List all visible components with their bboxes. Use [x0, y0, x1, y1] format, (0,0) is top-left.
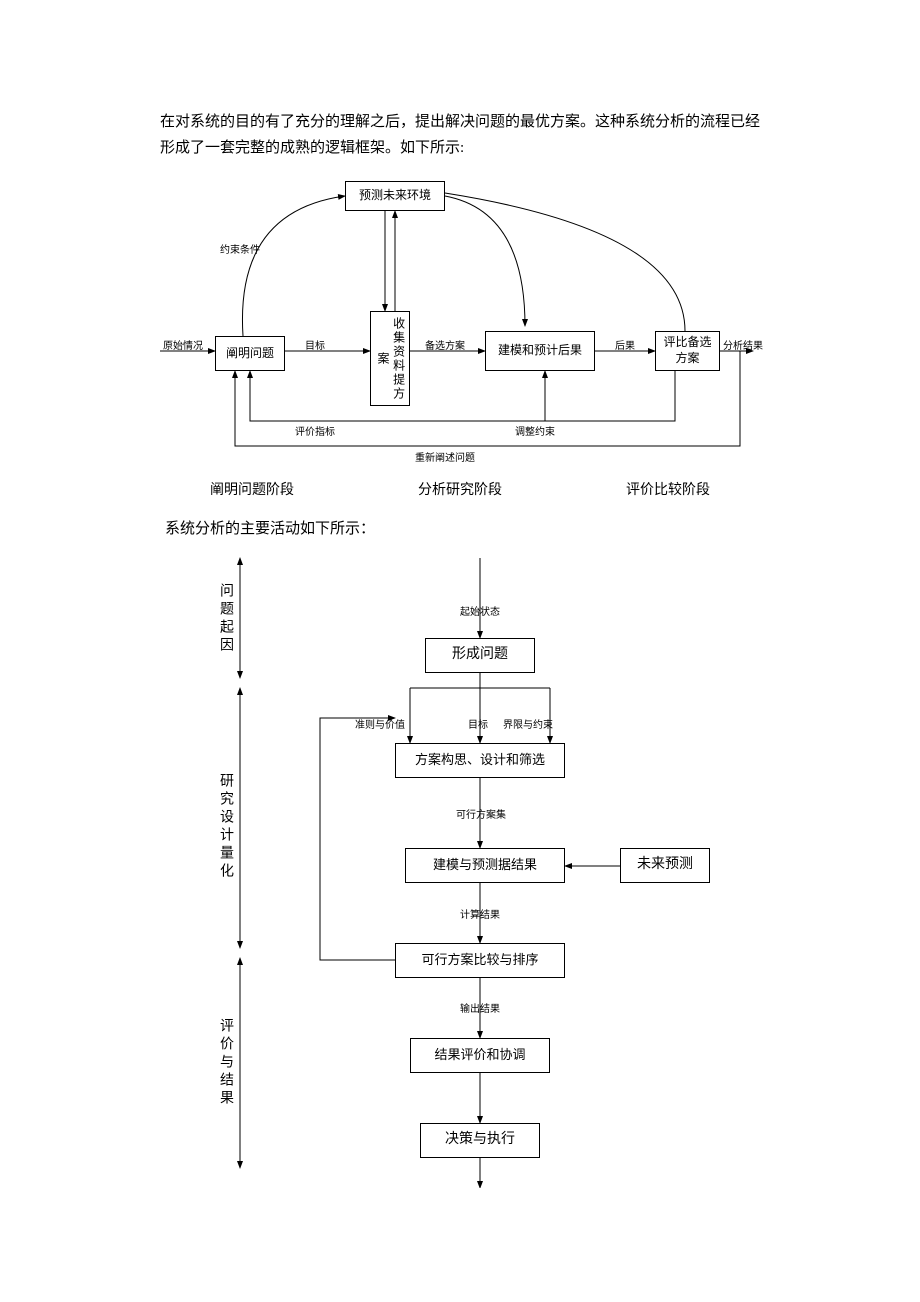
label-constraint: 约束条件	[220, 241, 260, 256]
label-alternative: 备选方案	[425, 337, 465, 352]
label-bounds: 界限与约束	[503, 716, 553, 731]
box-decide-execute: 决策与执行	[420, 1123, 540, 1158]
phase-1: 阐明问题阶段	[210, 479, 294, 499]
box-form-problem: 形成问题	[425, 638, 535, 673]
sub-intro-text: 系统分析的主要活动如下所示：	[165, 517, 760, 538]
section-1-label: 问题起因	[215, 583, 235, 655]
box-model-forecast: 建模与预测据结果	[405, 848, 565, 883]
box-compare-alt: 评比备选方案	[655, 331, 720, 371]
label-adjust: 调整约束	[515, 423, 555, 438]
phase-3: 评价比较阶段	[626, 479, 710, 499]
label-feasible-set: 可行方案集	[456, 806, 506, 821]
diagram-1-svg	[155, 171, 755, 471]
diagram-2: 问题起因 研究设计量化 评价与结果 起始状态 形成问题 准则与价值 目标 界限与…	[200, 548, 760, 1188]
diagram-1: 预测未来环境 阐明问题 收集资料提方案 建模和预计后果 评比备选方案 约束条件 …	[155, 171, 755, 471]
label-target: 目标	[468, 716, 488, 731]
box-evaluate-coord: 结果评价和协调	[410, 1038, 550, 1073]
label-metric: 评价指标	[295, 423, 335, 438]
box-collect-propose: 收集资料提方案	[370, 311, 410, 406]
label-restate: 重新阐述问题	[415, 449, 475, 464]
label-goal: 目标	[305, 337, 325, 352]
box-model-predict: 建模和预计后果	[485, 331, 595, 371]
label-result: 后果	[615, 337, 635, 352]
box-design-filter: 方案构思、设计和筛选	[395, 743, 565, 778]
phase-labels: 阐明问题阶段 分析研究阶段 评价比较阶段	[210, 479, 710, 499]
label-start-state: 起始状态	[460, 603, 500, 618]
label-original: 原始情况	[163, 337, 203, 352]
intro-paragraph: 在对系统的目的有了充分的理解之后，提出解决问题的最优方案。这种系统分析的流程已经…	[160, 110, 760, 161]
label-criteria: 准则与价值	[355, 716, 405, 731]
section-2-label: 研究设计量化	[215, 773, 235, 881]
section-3-label: 评价与结果	[215, 1018, 235, 1108]
label-output: 分析结果	[723, 337, 763, 352]
label-calc-result: 计算结果	[460, 906, 500, 921]
box-future-forecast: 未来预测	[620, 848, 710, 883]
box-predict-env: 预测未来环境	[345, 181, 445, 211]
box-clarify-problem: 阐明问题	[215, 336, 285, 371]
box-compare-rank: 可行方案比较与排序	[395, 943, 565, 978]
label-output-result: 输出结果	[460, 1000, 500, 1015]
phase-2: 分析研究阶段	[418, 479, 502, 499]
